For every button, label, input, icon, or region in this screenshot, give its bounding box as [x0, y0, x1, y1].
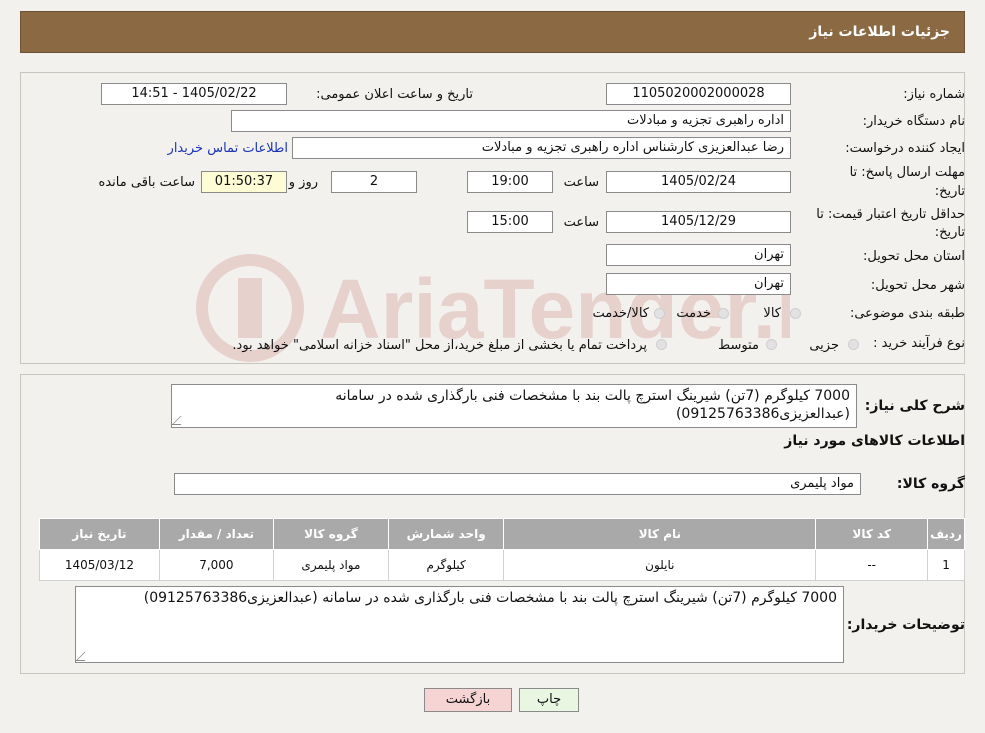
remaining-time-field: 01:50:37: [201, 171, 287, 193]
cell-group: مواد پلیمری: [272, 549, 389, 581]
goods-group-label: گروه کالا:: [896, 476, 965, 492]
summary-label: شرح کلی نیاز:: [864, 398, 965, 414]
page-title: جزئیات اطلاعات نیاز: [809, 24, 950, 40]
process-medium-radio[interactable]: [766, 339, 777, 350]
cell-row: 1: [927, 549, 965, 581]
items-table: ردیف کد کالا نام کالا واحد شمارش گروه کا…: [39, 518, 965, 581]
buyer-notes-label: توضیحات خریدار:: [846, 617, 965, 633]
col-goods-name: نام کالا: [503, 518, 817, 550]
process-type-label: نوع فرآیند خرید :: [873, 336, 965, 351]
price-validity-label-line2: تاریخ:: [934, 225, 965, 240]
buyer-org-field: اداره راهبری تجزیه و مبادلات: [231, 110, 791, 132]
category-label: طبقه بندی موضوعی:: [849, 306, 965, 321]
col-row: ردیف: [927, 518, 965, 550]
city-field: تهران: [606, 273, 791, 295]
deadline-label-line1: مهلت ارسال پاسخ: تا: [849, 165, 965, 180]
buyer-notes-textarea[interactable]: 7000 کیلوگرم (7تن) شیرینگ استرچ پالت بند…: [75, 586, 844, 663]
deadline-date-field: 1405/02/24: [606, 171, 791, 193]
deadline-label-line2: تاریخ:: [934, 184, 965, 199]
category-service-label: خدمت: [676, 306, 711, 321]
print-button[interactable]: چاپ: [519, 688, 579, 712]
col-goods-code: کد کالا: [815, 518, 929, 550]
requester-label: ایجاد کننده درخواست:: [845, 141, 965, 156]
category-goods-label: کالا: [763, 306, 781, 321]
announce-field: 1405/02/22 - 14:51: [101, 83, 287, 105]
col-unit: واحد شمارش: [387, 518, 505, 550]
deadline-time-label: ساعت: [563, 175, 599, 190]
province-label: استان محل تحویل:: [863, 249, 965, 264]
process-minor-label: جزیی: [809, 338, 839, 353]
province-field: تهران: [606, 244, 791, 266]
announce-label: تاریخ و ساعت اعلان عمومی:: [316, 87, 473, 102]
process-minor-radio[interactable]: [848, 339, 859, 350]
buyer-contact-link[interactable]: اطلاعات تماس خریدار: [168, 141, 288, 156]
col-quantity: تعداد / مقدار: [158, 518, 274, 550]
cell-goods-code: --: [815, 549, 929, 581]
days-field: 2: [331, 171, 417, 193]
col-group: گروه کالا: [272, 518, 389, 550]
process-treasury-radio[interactable]: [656, 339, 667, 350]
summary-textarea[interactable]: 7000 کیلوگرم (7تن) شیرینگ استرچ پالت بند…: [171, 384, 857, 428]
goods-group-field: مواد پلیمری: [174, 473, 861, 495]
process-medium-label: متوسط: [718, 338, 759, 353]
cell-unit: کیلوگرم: [387, 549, 505, 581]
need-number-field: 1105020002000028: [606, 83, 791, 105]
days-label: روز و: [288, 175, 318, 190]
category-goods-service-label: کالا/خدمت: [592, 306, 649, 321]
category-goods-service-radio[interactable]: [654, 308, 665, 319]
price-validity-time-label: ساعت: [563, 215, 599, 230]
remaining-label: ساعت باقی مانده: [98, 175, 195, 190]
deadline-time-field: 19:00: [467, 171, 553, 193]
back-button[interactable]: بازگشت: [424, 688, 512, 712]
goods-section-title: اطلاعات کالاهای مورد نیاز: [784, 433, 965, 449]
cell-need-date: 1405/03/12: [39, 549, 160, 581]
category-goods-radio[interactable]: [790, 308, 801, 319]
table-row: 1 -- نایلون کیلوگرم مواد پلیمری 7,000 14…: [39, 549, 965, 581]
process-note: پرداخت تمام یا بخشی از مبلغ خرید،از محل …: [232, 338, 647, 353]
price-validity-date-field: 1405/12/29: [606, 211, 791, 233]
category-service-radio[interactable]: [718, 308, 729, 319]
table-header-row: ردیف کد کالا نام کالا واحد شمارش گروه کا…: [39, 518, 965, 550]
page-header: جزئیات اطلاعات نیاز: [20, 11, 965, 53]
cell-goods-name: نایلون: [503, 549, 817, 581]
need-number-label: شماره نیاز:: [903, 87, 965, 102]
col-need-date: تاریخ نیاز: [39, 518, 160, 550]
price-validity-time-field: 15:00: [467, 211, 553, 233]
requester-field: رضا عبدالعزیزی کارشناس اداره راهبری تجزی…: [292, 137, 791, 159]
city-label: شهر محل تحویل:: [870, 278, 965, 293]
price-validity-label-line1: حداقل تاریخ اعتبار قیمت: تا: [816, 207, 965, 222]
buyer-org-label: نام دستگاه خریدار:: [862, 114, 965, 129]
cell-quantity: 7,000: [158, 549, 274, 581]
